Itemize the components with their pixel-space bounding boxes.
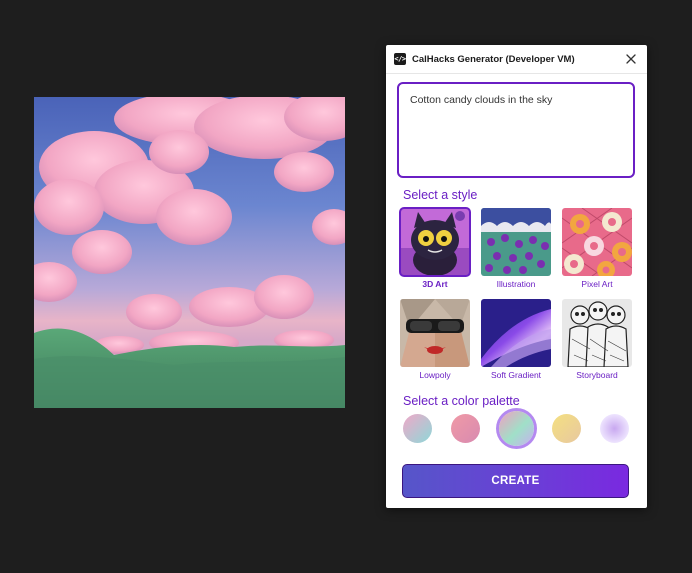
- code-brackets-icon: </>: [394, 53, 406, 65]
- style-option-lowpoly[interactable]: Lowpoly: [400, 299, 470, 380]
- palette-section-label: Select a color palette: [403, 394, 520, 408]
- style-option-storyboard[interactable]: Storyboard: [562, 299, 632, 380]
- style-label-lowpoly: Lowpoly: [419, 370, 451, 380]
- style-thumbnail-soft-gradient: [481, 299, 551, 367]
- style-label-storyboard: Storyboard: [576, 370, 618, 380]
- palette-swatch-lavender[interactable]: [600, 414, 629, 443]
- style-option-3d-art[interactable]: 3D Art: [399, 207, 471, 289]
- palette-options: [403, 411, 631, 448]
- style-thumbnail-storyboard: [562, 299, 632, 367]
- style-option-pixel-art[interactable]: Pixel Art: [562, 208, 632, 289]
- style-thumbnail-3d-art: [399, 207, 471, 277]
- plugin-window: </> CalHacks Generator (Developer VM) Co…: [386, 45, 647, 508]
- palette-swatch-coral-pink[interactable]: [451, 414, 480, 443]
- style-label-3d-art: 3D Art: [422, 279, 448, 289]
- style-section-label: Select a style: [403, 188, 478, 202]
- style-label-pixel-art: Pixel Art: [581, 279, 613, 289]
- title-bar: </> CalHacks Generator (Developer VM): [386, 45, 647, 74]
- style-thumbnail-lowpoly: [400, 299, 470, 367]
- palette-swatch-yellow[interactable]: [552, 414, 581, 443]
- style-label-illustration: Illustration: [496, 279, 536, 289]
- window-title: CalHacks Generator (Developer VM): [412, 53, 575, 65]
- close-button[interactable]: [624, 52, 638, 66]
- palette-swatch-pink-teal[interactable]: [403, 414, 432, 443]
- style-option-illustration[interactable]: Illustration: [481, 208, 551, 289]
- close-icon: [626, 54, 636, 64]
- prompt-textarea[interactable]: Cotton candy clouds in the sky: [397, 82, 635, 178]
- cotton-candy-clouds-image: [34, 97, 345, 408]
- create-button[interactable]: CREATE: [402, 464, 629, 498]
- generated-image-preview[interactable]: [34, 97, 345, 408]
- palette-swatch-pastel-rainbow[interactable]: [499, 411, 534, 446]
- style-thumbnail-illustration: [481, 208, 551, 276]
- style-option-soft-gradient[interactable]: Soft Gradient: [481, 299, 551, 380]
- style-label-soft-gradient: Soft Gradient: [490, 370, 542, 380]
- style-thumbnail-pixel-art: [562, 208, 632, 276]
